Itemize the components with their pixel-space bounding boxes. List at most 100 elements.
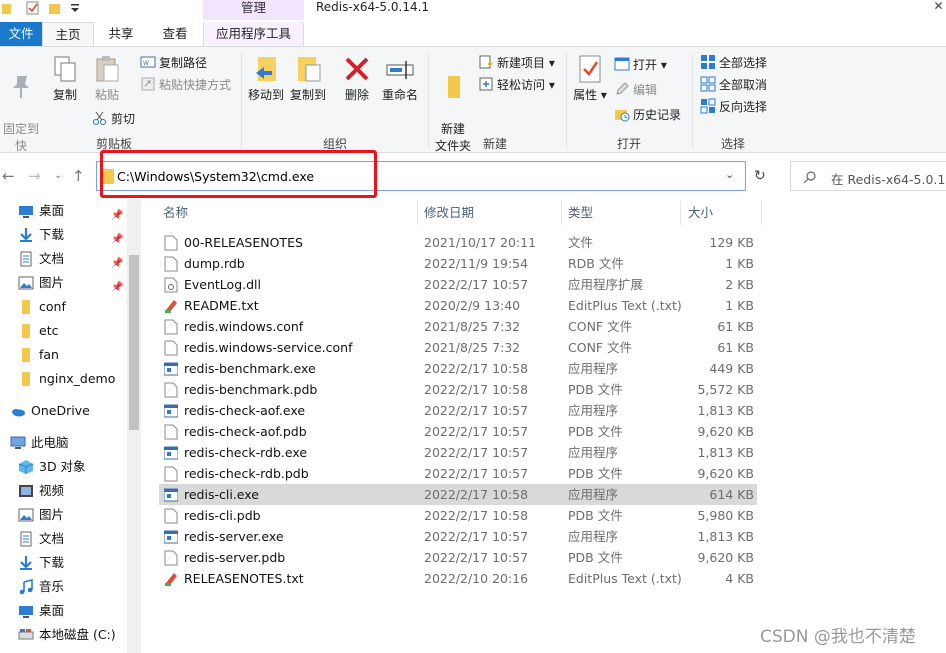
file-row[interactable]: 00-RELEASENOTES 2021/10/17 20:11 文件 129 KB (159, 232, 757, 253)
address-dropdown-icon[interactable]: ⌄ (725, 168, 734, 181)
nav-item[interactable]: nginx_demo (0, 367, 127, 391)
file-row[interactable]: redis-benchmark.pdb 2022/2/17 10:58 PDB 文件… (159, 379, 757, 400)
file-row[interactable]: redis.windows-service.conf 2021/8/25 7:32… (159, 337, 757, 358)
tab-file[interactable]: 文件 (0, 22, 42, 46)
new-item-button[interactable]: 新建项目 ▾ (478, 53, 555, 73)
column-separator[interactable] (761, 201, 762, 225)
file-row[interactable]: EventLog.dll 2022/2/17 10:57 应用程序扩展 2 KB (159, 274, 757, 295)
nav-item[interactable]: 视频 (0, 479, 127, 503)
nav-scrollbar-thumb[interactable] (129, 255, 139, 430)
history-button[interactable]: 历史记录 (614, 105, 681, 125)
file-row[interactable]: redis-check-aof.pdb 2022/2/17 10:57 PDB 文件… (159, 421, 757, 442)
exe-icon (164, 530, 178, 544)
nav-item[interactable]: 桌面 📌 (0, 199, 127, 223)
file-row[interactable]: redis-check-rdb.pdb 2022/2/17 10:57 PDB 文件… (159, 463, 757, 484)
new-folder-quick-icon[interactable] (48, 1, 62, 15)
file-row[interactable]: redis-server.exe 2022/2/17 10:57 应用程序 1,813… (159, 526, 757, 547)
file-row[interactable]: redis.windows.conf 2021/8/25 7:32 CONF 文件 6… (159, 316, 757, 337)
recent-locations-chevron-icon[interactable]: ⌄ (54, 167, 62, 185)
nav-item[interactable]: OneDrive (0, 399, 127, 423)
file-row[interactable]: redis-check-aof.exe 2022/2/17 10:57 应用程序 1,… (159, 400, 757, 421)
tab-view[interactable]: 查看 (148, 22, 202, 46)
file-type: 应用程序 (568, 361, 619, 376)
folder-icon (22, 324, 30, 338)
column-header-date[interactable]: 修改日期 (424, 201, 474, 225)
customize-toolbar-icon[interactable] (68, 1, 82, 15)
column-separator[interactable] (561, 201, 562, 225)
delete-label: 删除 (344, 88, 369, 102)
easy-access-button[interactable]: 轻松访问 ▾ (478, 75, 555, 95)
file-row[interactable]: README.txt 2020/2/9 13:40 EditPlus Text (.… (159, 295, 757, 316)
folder-icon[interactable] (2, 1, 16, 15)
nav-item[interactable]: 文档 (0, 527, 127, 551)
invert-selection-button[interactable]: 反向选择 (700, 97, 767, 117)
select-all-button[interactable]: 全部选择 (700, 53, 767, 73)
nav-item[interactable]: 此电脑 (0, 431, 127, 455)
file-name: dump.rdb (184, 256, 245, 271)
address-path[interactable]: C:\Windows\System32\cmd.exe (117, 169, 314, 184)
title-bar: 管理 Redis-x64-5.0.14.1 ✕ (0, 0, 946, 22)
rename-button[interactable]: 重命名 (380, 53, 420, 104)
exe-icon (164, 404, 178, 418)
nav-item-label: fan (39, 347, 59, 362)
edit-button[interactable]: 编辑 (614, 80, 657, 100)
nav-item[interactable]: 图片 (0, 503, 127, 527)
move-to-button[interactable]: 移动到 (246, 53, 286, 104)
paste-shortcut-button[interactable]: 粘贴快捷方式 (140, 75, 231, 95)
refresh-icon[interactable]: ↻ (754, 168, 770, 184)
nav-item[interactable]: 下载 📌 (0, 223, 127, 247)
up-arrow-icon[interactable]: ↑ (72, 167, 85, 185)
address-bar[interactable]: C:\Windows\System32\cmd.exe ⌄ (96, 161, 746, 191)
column-separator[interactable] (417, 201, 418, 225)
properties-check-icon[interactable] (26, 1, 40, 15)
exe-icon (164, 362, 178, 376)
new-item-label: 新建项目 (497, 56, 546, 70)
search-box[interactable]: 在 Redis-x64-5.0.14.1 (790, 161, 946, 191)
cut-button[interactable]: 剪切 (92, 109, 135, 129)
file-row[interactable]: redis-benchmark.exe 2022/2/17 10:58 应用程序 44… (159, 358, 757, 379)
nav-item[interactable]: fan (0, 343, 127, 367)
nav-item[interactable]: etc (0, 319, 127, 343)
delete-button[interactable]: 删除 (340, 53, 374, 104)
drive-icon (18, 629, 34, 640)
nav-item[interactable]: 文档 📌 (0, 247, 127, 271)
tab-share[interactable]: 共享 (94, 22, 148, 46)
nav-item-label: 文档 (39, 251, 65, 266)
nav-item[interactable]: 本地磁盘 (C:) (0, 623, 127, 647)
copy-path-button[interactable]: W 复制路径 (140, 53, 207, 73)
forward-arrow-icon[interactable]: → (28, 167, 41, 185)
file-row[interactable]: RELEASENOTES.txt 2022/2/10 20:16 EditPlus … (159, 568, 757, 589)
nav-item[interactable]: 桌面 (0, 599, 127, 623)
tab-app-tools[interactable]: 应用程序工具 (203, 22, 304, 46)
nav-item[interactable]: 3D 对象 (0, 455, 127, 479)
nav-item[interactable]: 图片 📌 (0, 271, 127, 295)
nav-item[interactable]: 下载 (0, 551, 127, 575)
new-folder-button[interactable]: 新建 文件夹 (432, 53, 474, 155)
file-row[interactable]: redis-cli.exe 2022/2/17 10:58 应用程序 614 KB (159, 484, 757, 505)
file-row[interactable]: redis-cli.pdb 2022/2/17 10:58 PDB 文件 5,980 … (159, 505, 757, 526)
open-button[interactable]: 打开 ▾ (614, 55, 667, 75)
copy-to-button[interactable]: 复制到 (288, 53, 328, 104)
back-arrow-icon[interactable]: ← (2, 167, 15, 185)
properties-button[interactable]: 属性 ▾ (572, 53, 608, 104)
tab-home[interactable]: 主页 (42, 22, 94, 46)
file-row[interactable]: dump.rdb 2022/11/9 19:54 RDB 文件 1 KB (159, 253, 757, 274)
nav-item[interactable]: conf (0, 295, 127, 319)
file-size: 9,620 KB (697, 424, 754, 439)
column-header-name[interactable]: 名称 (163, 201, 188, 225)
file-row[interactable]: redis-server.pdb 2022/2/17 10:57 PDB 文件 9,6… (159, 547, 757, 568)
column-separator[interactable] (680, 201, 681, 225)
copy-button[interactable]: 复制 (48, 53, 82, 104)
search-input[interactable]: 在 Redis-x64-5.0.14.1 (831, 169, 946, 188)
close-window-button[interactable]: ✕ (931, 0, 946, 15)
column-header-type[interactable]: 类型 (568, 201, 593, 225)
paste-button[interactable]: 粘贴 (88, 53, 126, 104)
nav-item-label: 下载 (39, 555, 65, 570)
select-none-button[interactable]: 全部取消 (700, 75, 767, 95)
nav-item[interactable]: 音乐 (0, 575, 127, 599)
edit-label: 编辑 (633, 83, 658, 97)
manage-tab[interactable]: 管理 (203, 0, 304, 20)
editplus-icon (165, 300, 177, 313)
column-header-size[interactable]: 大小 (688, 201, 713, 225)
file-row[interactable]: redis-check-rdb.exe 2022/2/17 10:57 应用程序 1,… (159, 442, 757, 463)
